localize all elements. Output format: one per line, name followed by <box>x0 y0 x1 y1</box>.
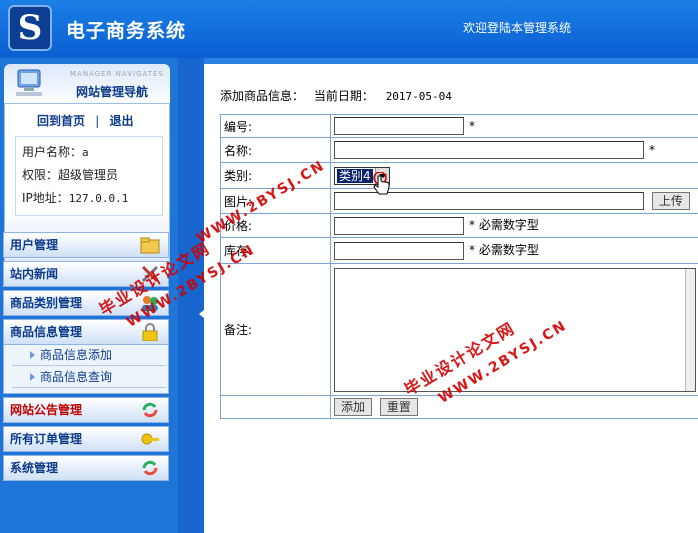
lock-icon <box>142 323 158 341</box>
user-name-value: a <box>82 146 89 159</box>
menu-order-management[interactable]: 所有订单管理 <box>3 426 169 452</box>
button-cell: 添加 重置 <box>330 395 698 419</box>
page-title: 添加商品信息： <box>220 89 305 103</box>
key-icon <box>141 433 159 445</box>
menu-system-management[interactable]: 系统管理 <box>3 455 169 481</box>
reset-button[interactable]: 重置 <box>379 398 418 416</box>
role-value: 超级管理员 <box>58 168 119 182</box>
code-cell: * <box>330 114 698 138</box>
required-mark: * <box>649 142 655 157</box>
date-value: 2017-05-04 <box>385 90 452 103</box>
button-row-label <box>220 395 331 419</box>
main-top-bar <box>204 58 698 64</box>
code-input[interactable] <box>334 117 464 135</box>
ip-label: IP地址： <box>22 191 69 205</box>
stock-input[interactable] <box>334 241 464 260</box>
price-hint: * 必需数字型 <box>469 218 539 233</box>
stock-cell: * 必需数字型 <box>330 237 698 264</box>
app-title: 电子商务系统 <box>66 20 187 42</box>
ip-row: IP地址：127.0.0.1 <box>22 187 156 210</box>
hand-cursor-icon <box>373 172 390 195</box>
nav-subtitle: MANAGER NAVIGATES <box>70 70 164 78</box>
name-cell: * <box>330 137 698 163</box>
quick-links: 回到首页 | 退出 <box>37 112 133 129</box>
home-link[interactable]: 回到首页 <box>37 114 85 128</box>
refresh-icon <box>142 402 158 418</box>
app-logo: S <box>8 5 52 51</box>
menu-label: 站内新闻 <box>10 267 59 281</box>
main-content: 添加商品信息： 当前日期： 2017-05-04 编号: * 名称: * 类别:… <box>204 58 698 533</box>
menu-label: 网站公告管理 <box>10 403 83 417</box>
product-form: 编号: * 名称: * 类别: 类别4 图片: 上传 价格: * 必需数字型 库… <box>220 114 698 419</box>
name-input[interactable] <box>334 141 644 159</box>
menu-announcement-management[interactable]: 网站公告管理 <box>3 397 169 423</box>
price-cell: * 必需数字型 <box>330 213 698 238</box>
role-row: 权限：超级管理员 <box>22 164 156 187</box>
submenu-query-product[interactable]: 商品信息查询 <box>12 367 166 388</box>
stock-hint: * 必需数字型 <box>469 243 539 258</box>
submenu-add-product[interactable]: 商品信息添加 <box>12 345 166 366</box>
name-label: 名称: <box>220 137 331 163</box>
sidebar: MANAGER NAVIGATES 网站管理导航 回到首页 | 退出 用户名称：… <box>0 58 178 533</box>
code-label: 编号: <box>220 114 331 138</box>
user-name-row: 用户名称：a <box>22 141 156 164</box>
menu-label: 系统管理 <box>10 461 59 475</box>
menu-label: 所有订单管理 <box>10 432 83 446</box>
date-label: 当前日期： <box>313 89 374 103</box>
nav-header: MANAGER NAVIGATES 网站管理导航 <box>4 64 170 106</box>
nav-title: 网站管理导航 <box>76 85 149 99</box>
app-header: S 电子商务系统 欢迎登陆本管理系统 <box>0 0 698 58</box>
menu-label: 商品信息管理 <box>10 325 83 339</box>
required-mark: * <box>469 118 475 133</box>
user-name-label: 用户名称： <box>22 145 83 159</box>
user-info: 用户名称：a 权限：超级管理员 IP地址：127.0.0.1 <box>15 136 163 216</box>
logout-link[interactable]: 退出 <box>109 114 133 128</box>
refresh-icon <box>142 460 158 476</box>
price-input[interactable] <box>334 216 464 235</box>
ip-value: 127.0.0.1 <box>68 192 129 205</box>
remark-label: 备注: <box>220 263 331 396</box>
menu-label: 商品类别管理 <box>10 296 83 310</box>
page-heading: 添加商品信息： 当前日期： 2017-05-04 <box>220 87 452 104</box>
add-button[interactable]: 添加 <box>334 398 373 416</box>
computer-icon <box>16 69 42 96</box>
category-selected-value: 类别4 <box>337 168 373 183</box>
role-label: 权限： <box>22 168 59 182</box>
link-separator: | <box>95 114 100 128</box>
menu-user-management[interactable]: 用户管理 <box>3 232 169 258</box>
upload-button[interactable]: 上传 <box>651 192 690 210</box>
folder-icon <box>140 237 160 254</box>
collapse-arrow-icon <box>195 310 204 318</box>
textarea-scrollbar[interactable] <box>685 268 695 391</box>
welcome-text: 欢迎登陆本管理系统 <box>463 21 572 35</box>
menu-label: 用户管理 <box>10 238 59 252</box>
